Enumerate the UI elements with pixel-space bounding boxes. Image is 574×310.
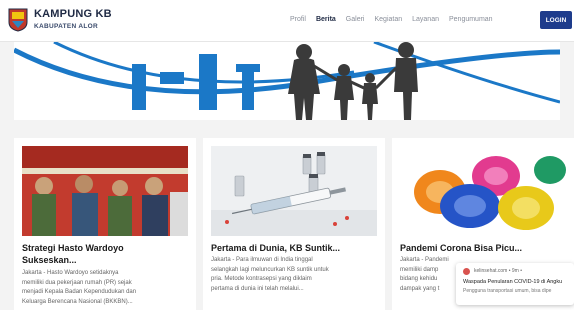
- news-card-title-line[interactable]: Strategi Hasto Wardoyo: [22, 242, 190, 254]
- notification-source-icon: [463, 268, 470, 275]
- nav-item-berita[interactable]: Berita: [316, 16, 336, 23]
- news-card-image[interactable]: [22, 146, 188, 236]
- news-card-title[interactable]: Pandemi Corona Bisa Picu...: [400, 242, 568, 254]
- excerpt-line: Jakarta - Hasto Wardoyo setidaknya: [22, 270, 119, 276]
- news-card-title-line[interactable]: Sukseskan...: [22, 254, 190, 266]
- login-button[interactable]: LOGIN: [540, 11, 572, 29]
- nav-item-pengumuman[interactable]: Pengumuman: [449, 16, 493, 23]
- notification-headline[interactable]: Waspada Penularan COVID-19 di Angku: [463, 279, 562, 285]
- news-card-title[interactable]: Pertama di Dunia, KB Suntik...: [211, 242, 379, 254]
- top-navbar: KAMPUNG KB KABUPATEN ALOR Profil Berita …: [0, 0, 574, 42]
- news-card[interactable]: Pertama di Dunia, KB Suntik... Jakarta -…: [203, 138, 385, 310]
- news-card-excerpt: Jakarta - Hasto Wardoyo setidaknya memil…: [22, 269, 190, 307]
- news-card-title[interactable]: Strategi Hasto Wardoyo Sukseskan...: [22, 242, 190, 266]
- main-nav: Profil Berita Galeri Kegiatan Layanan Pe…: [290, 16, 493, 23]
- nav-item-kegiatan[interactable]: Kegiatan: [374, 16, 402, 23]
- notification-body: Pengguna transportasi umum, bisa dipe: [463, 288, 552, 294]
- news-card[interactable]: Strategi Hasto Wardoyo Sukseskan... Jaka…: [14, 138, 196, 310]
- brand-subtitle: KABUPATEN ALOR: [34, 23, 99, 30]
- excerpt-line: menjadi Kepala Badan Kependudukan dan: [22, 289, 137, 295]
- regency-logo-icon[interactable]: [8, 8, 28, 32]
- push-notification[interactable]: kelinsehat.com • 9m • Waspada Penularan …: [456, 263, 574, 305]
- nav-item-profil[interactable]: Profil: [290, 16, 306, 23]
- brand-title[interactable]: KAMPUNG KB: [34, 8, 112, 20]
- excerpt-line: pertama di dunia ini telah melalui...: [211, 285, 304, 292]
- news-card-title-line[interactable]: Pandemi Corona Bisa Picu...: [400, 242, 568, 254]
- excerpt-line: Jakarta - Para ilmuwan di India tinggal: [211, 257, 313, 263]
- nav-item-galeri[interactable]: Galeri: [346, 16, 365, 23]
- excerpt-line: pria. Metode kontrasepsi yang diklaim: [211, 276, 312, 282]
- news-card-image[interactable]: [400, 146, 566, 236]
- news-card-image[interactable]: [211, 146, 377, 236]
- nav-item-layanan[interactable]: Layanan: [412, 16, 439, 23]
- excerpt-line: Keluarga Berencana Nasional (BKKBN)...: [22, 298, 133, 305]
- hero-illustration: [14, 42, 560, 120]
- excerpt-line: selangkah lagi meluncurkan KB suntik unt…: [211, 266, 329, 273]
- news-card-title-line[interactable]: Pertama di Dunia, KB Suntik...: [211, 242, 379, 254]
- notification-source: kelinsehat.com • 9m •: [474, 268, 522, 274]
- news-card-excerpt: Jakarta - Para ilmuwan di India tinggal …: [211, 256, 379, 294]
- excerpt-line: memiliki dua pekerjaan rumah (PR) sejak: [22, 279, 132, 286]
- hero-banner: [14, 42, 560, 120]
